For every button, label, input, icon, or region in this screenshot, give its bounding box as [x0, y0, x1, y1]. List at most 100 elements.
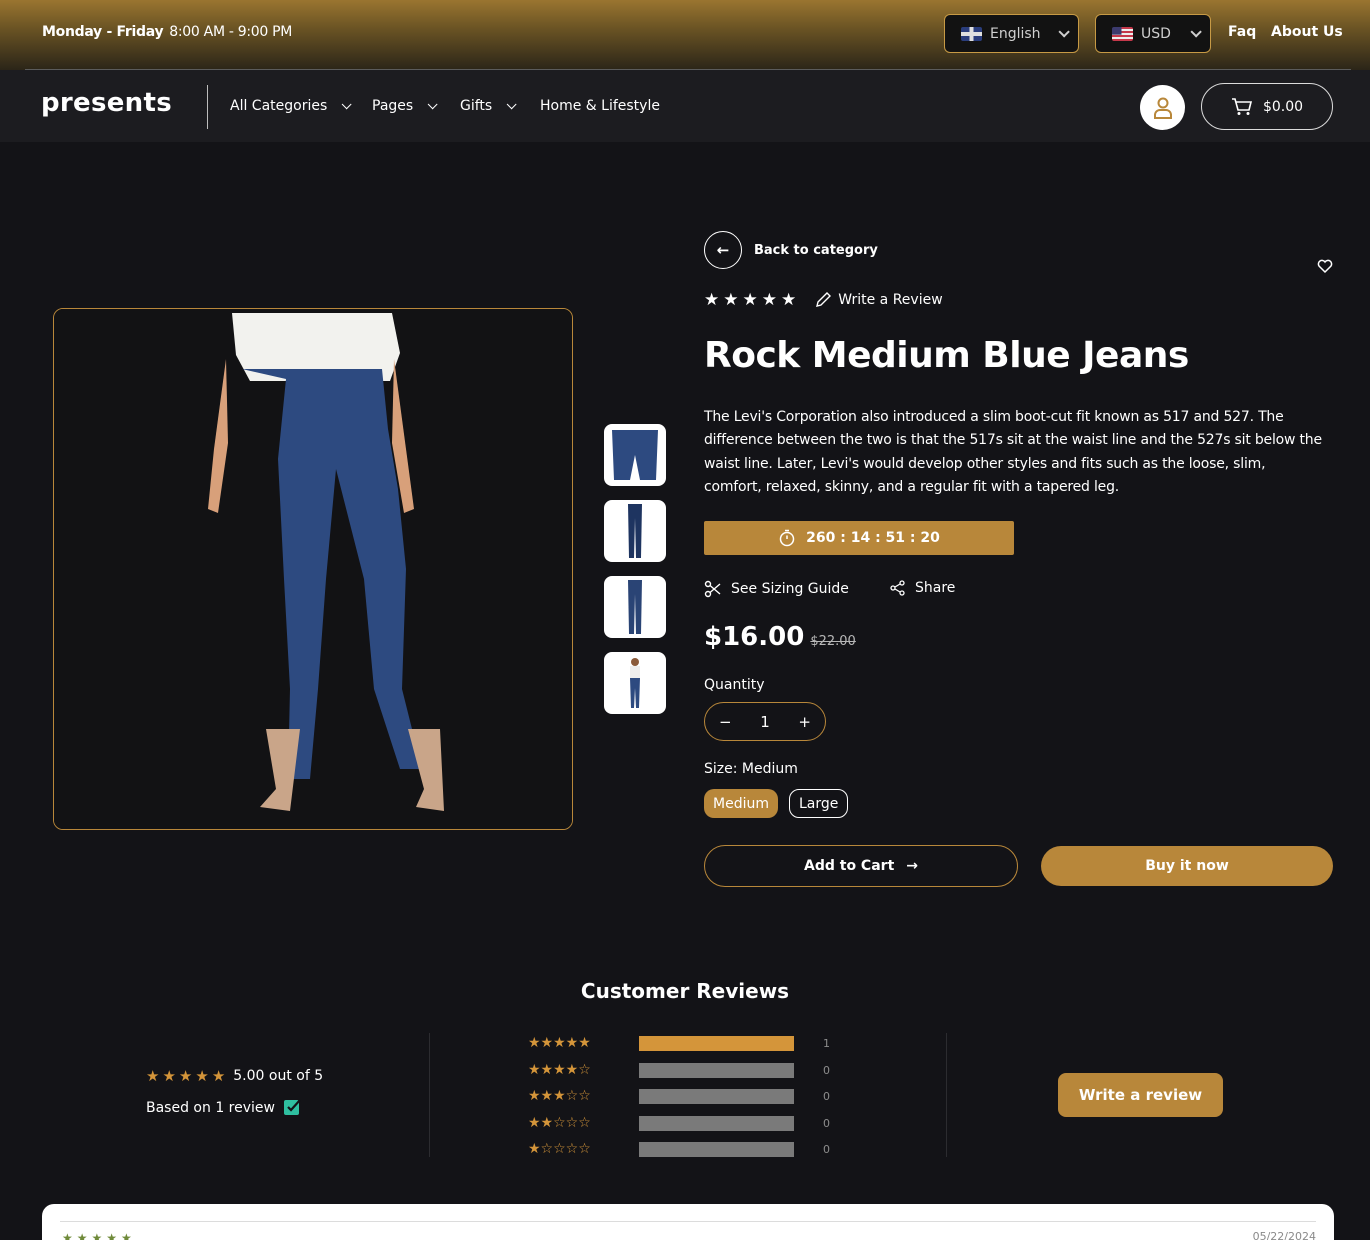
nav-home-lifestyle[interactable]: Home & Lifestyle — [540, 98, 660, 114]
star-icon: ★ — [704, 289, 720, 310]
pencil-icon — [816, 292, 832, 307]
thumbnail-1[interactable] — [604, 424, 666, 486]
sizing-guide-link[interactable]: See Sizing Guide — [704, 580, 849, 598]
main-nav: presents All Categories Pages Gifts Home… — [0, 70, 1370, 142]
share-icon — [890, 580, 905, 596]
logo-divider — [207, 85, 208, 129]
histogram-count: 1 — [823, 1036, 830, 1050]
histogram-count: 0 — [823, 1063, 830, 1077]
back-to-category[interactable]: ← Back to category — [704, 231, 878, 269]
reviews-title: Customer Reviews — [580, 979, 790, 1003]
heart-icon — [1317, 259, 1333, 274]
user-icon — [1153, 97, 1172, 119]
star-icon: ★ — [211, 1066, 226, 1085]
star-icon: ★ — [146, 1066, 160, 1085]
plus-icon[interactable]: + — [798, 713, 811, 731]
cart-icon — [1231, 97, 1252, 115]
reviews-divider — [946, 1033, 947, 1157]
about-link[interactable]: About Us — [1271, 24, 1343, 40]
business-hours: Monday - Friday 8:00 AM - 9:00 PM — [42, 24, 292, 40]
countdown-timer: 260 : 14 : 51 : 20 — [704, 521, 1014, 555]
faq-link[interactable]: Faq — [1228, 24, 1256, 40]
currency-dropdown[interactable]: USD — [1095, 14, 1211, 53]
star-rating-icons: ★☆☆☆☆ — [528, 1141, 591, 1157]
star-rating-icons: ★★☆☆☆ — [528, 1115, 591, 1131]
review-count: Based on 1 review — [146, 1099, 275, 1116]
hours-time: 8:00 AM - 9:00 PM — [169, 24, 293, 40]
histogram-row[interactable]: ★★★★★ 1 — [528, 1035, 833, 1051]
review-summary: ★ ★ ★ ★ ★ 5.00 out of 5 Based on 1 revie… — [146, 1068, 323, 1117]
size-label: Size: Medium — [704, 761, 798, 777]
review-card-stars: ★★★★★ — [62, 1231, 136, 1240]
average-rating: 5.00 out of 5 — [233, 1068, 324, 1084]
star-rating-icons: ★★★★☆ — [528, 1062, 591, 1078]
countdown-value: 260 : 14 : 51 : 20 — [806, 530, 940, 546]
histogram-row[interactable]: ★★★★☆ 0 — [528, 1062, 833, 1078]
product-rating: ★ ★ ★ ★ ★ Write a Review — [704, 291, 943, 309]
chevron-down-icon — [1190, 25, 1202, 38]
quantity-value[interactable]: 1 — [760, 713, 770, 731]
chevron-down-icon — [341, 98, 352, 109]
share-button[interactable]: Share — [890, 580, 955, 596]
nav-all-categories[interactable]: All Categories — [230, 98, 352, 114]
wishlist-button[interactable] — [1316, 258, 1334, 278]
arrow-right-icon: → — [906, 858, 918, 874]
cart-button[interactable]: $0.00 — [1201, 83, 1333, 130]
sizing-guide-label: See Sizing Guide — [731, 581, 849, 597]
star-icon: ★ — [178, 1066, 193, 1085]
star-icon: ★ — [195, 1066, 209, 1085]
verified-check-icon — [283, 1099, 301, 1115]
histogram-count: 0 — [823, 1116, 830, 1130]
stopwatch-icon — [779, 529, 795, 547]
add-to-cart-label: Add to Cart — [804, 858, 895, 874]
product-description: The Levi's Corporation also introduced a… — [704, 409, 1322, 496]
back-label: Back to category — [754, 242, 878, 258]
nav-pages[interactable]: Pages — [372, 98, 438, 114]
size-option-large[interactable]: Large — [789, 789, 849, 818]
histogram-count: 0 — [823, 1089, 830, 1103]
chevron-down-icon — [506, 98, 517, 109]
jeans-thumbnail-image — [628, 580, 642, 634]
nav-item-label: Gifts — [460, 98, 493, 114]
jeans-thumbnail-image — [628, 504, 642, 558]
star-icon: ★ — [723, 289, 739, 310]
current-price: $16.00 — [704, 622, 805, 652]
review-card: ★★★★★ 05/22/2024 — [42, 1204, 1334, 1240]
histogram-bar — [639, 1088, 794, 1104]
thumbnail-4[interactable] — [604, 652, 666, 714]
nav-item-label: All Categories — [230, 98, 328, 114]
thumbnail-3[interactable] — [604, 576, 666, 638]
nav-item-label: Pages — [372, 98, 414, 114]
nav-gifts[interactable]: Gifts — [460, 98, 517, 114]
add-to-cart-button[interactable]: Add to Cart → — [704, 845, 1018, 887]
uk-flag-icon — [961, 26, 982, 41]
minus-icon[interactable]: − — [719, 713, 732, 731]
account-button[interactable] — [1140, 85, 1185, 130]
histogram-row[interactable]: ★★★☆☆ 0 — [528, 1088, 833, 1104]
review-date: 05/22/2024 — [1252, 1230, 1316, 1240]
star-rating-icons: ★★★★★ — [528, 1035, 591, 1051]
histogram-row[interactable]: ★☆☆☆☆ 0 — [528, 1141, 833, 1157]
quantity-stepper[interactable]: − 1 + — [704, 702, 826, 741]
jeans-thumbnail-image — [612, 430, 658, 480]
language-label: English — [990, 25, 1041, 42]
histogram-count: 0 — [823, 1142, 830, 1156]
size-option-medium[interactable]: Medium — [704, 789, 778, 818]
currency-label: USD — [1141, 25, 1171, 42]
chevron-down-icon — [1058, 25, 1070, 38]
product-title: Rock Medium Blue Jeans — [704, 335, 1189, 376]
histogram-row[interactable]: ★★☆☆☆ 0 — [528, 1115, 833, 1131]
star-icon: ★ — [742, 289, 758, 310]
chevron-down-icon — [427, 98, 438, 109]
old-price: $22.00 — [810, 634, 856, 649]
product-main-image[interactable] — [53, 308, 573, 830]
thumbnail-2[interactable] — [604, 500, 666, 562]
histogram-bar — [639, 1115, 794, 1131]
write-review-link[interactable]: Write a Review — [814, 291, 943, 309]
language-dropdown[interactable]: English — [944, 14, 1079, 53]
buy-now-button[interactable]: Buy it now — [1041, 846, 1333, 886]
quantity-label: Quantity — [704, 677, 765, 693]
write-review-button[interactable]: Write a review — [1058, 1073, 1223, 1117]
site-logo[interactable]: presents — [41, 88, 172, 118]
product-price: $16.00 $22.00 — [704, 622, 856, 652]
